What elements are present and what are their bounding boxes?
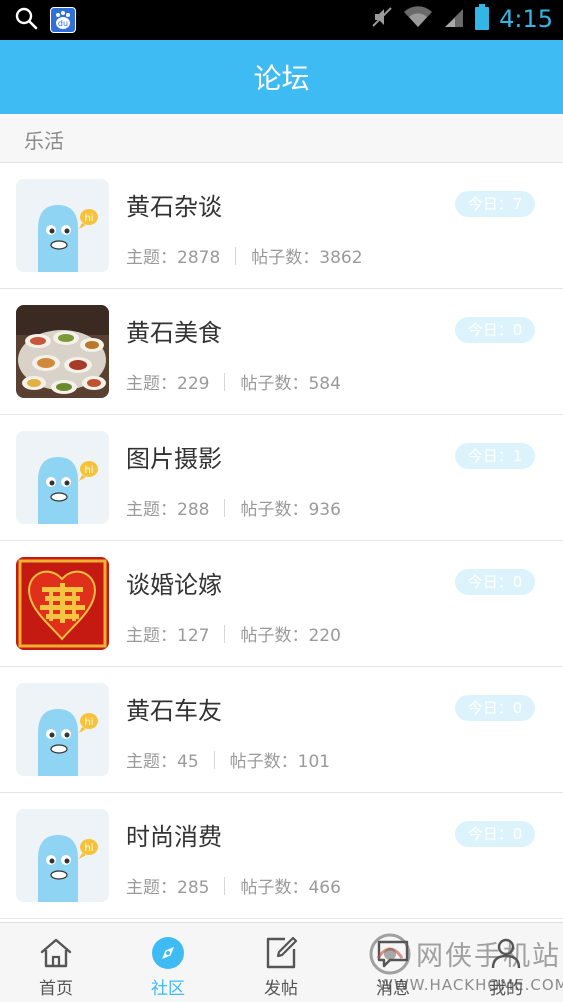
today-badge: 今日：1 xyxy=(455,443,535,469)
wifi-icon xyxy=(403,5,433,33)
topic-count: 主题：229 xyxy=(126,374,210,394)
forum-title: 黄石杂谈 xyxy=(126,193,222,221)
topic-count: 主题：45 xyxy=(126,752,199,772)
stats-divider xyxy=(224,498,226,517)
nav-label: 发帖 xyxy=(264,979,298,999)
mascot-thumbnail: hi xyxy=(16,179,109,272)
message-icon xyxy=(377,940,409,968)
stats-divider xyxy=(235,246,237,265)
forum-stats: 主题：229 帖子数：584 xyxy=(126,369,341,394)
today-badge: 今日：0 xyxy=(455,569,535,595)
forum-stats: 主题：45 帖子数：101 xyxy=(126,747,330,772)
forum-item[interactable]: 黄石美食 主题：229 帖子数：584 今日：0 xyxy=(0,289,563,415)
forum-title: 时尚消费 xyxy=(126,823,222,851)
mascot-thumbnail: hi xyxy=(16,809,109,902)
forum-item[interactable]: hi 黄石车友 主题：45 帖子数：101 今日：0 xyxy=(0,667,563,793)
forum-stats: 主题：288 帖子数：936 xyxy=(126,495,341,520)
stats-divider xyxy=(213,750,215,769)
forum-title: 谈婚论嫁 xyxy=(126,571,222,599)
double-happiness-thumbnail xyxy=(16,557,109,650)
bottom-nav: 首页 社区 发帖 消息 我的 xyxy=(0,922,563,1002)
svg-text:hi: hi xyxy=(84,843,93,854)
screen: du 4:15 论坛 乐活 hi 黄石杂谈 主题：2878 帖子数：3862 今… xyxy=(0,0,563,1002)
compose-icon xyxy=(266,936,298,969)
topic-count: 主题：127 xyxy=(126,626,210,646)
forum-stats: 主题：2878 帖子数：3862 xyxy=(126,243,363,268)
stats-divider xyxy=(224,876,226,895)
forum-title: 黄石车友 xyxy=(126,697,222,725)
stats-divider xyxy=(224,372,226,391)
nav-home[interactable]: 首页 xyxy=(0,923,112,1002)
forum-list: hi 黄石杂谈 主题：2878 帖子数：3862 今日：7 黄石美食 主题：22… xyxy=(0,163,563,919)
nav-label: 社区 xyxy=(151,979,185,999)
mascot-thumbnail: hi xyxy=(16,683,109,776)
nav-community[interactable]: 社区 xyxy=(112,923,224,1002)
section-label: 乐活 xyxy=(24,129,64,153)
svg-text:hi: hi xyxy=(84,213,93,224)
today-badge: 今日：0 xyxy=(455,821,535,847)
battery-icon xyxy=(475,4,490,34)
nav-label: 消息 xyxy=(376,979,410,999)
mute-icon xyxy=(371,5,393,33)
post-count: 帖子数：584 xyxy=(240,374,341,394)
food-thumbnail xyxy=(16,305,109,398)
post-count: 帖子数：936 xyxy=(240,500,341,520)
forum-title: 图片摄影 xyxy=(126,445,222,473)
forum-stats: 主题：285 帖子数：466 xyxy=(126,873,341,898)
baidu-icon: du xyxy=(50,7,76,33)
home-icon xyxy=(40,938,72,968)
topic-count: 主题：285 xyxy=(126,878,210,898)
forum-title: 黄石美食 xyxy=(126,319,222,347)
nav-label: 首页 xyxy=(39,979,73,999)
forum-stats: 主题：127 帖子数：220 xyxy=(126,621,341,646)
svg-text:du: du xyxy=(58,19,68,28)
search-icon xyxy=(14,6,38,34)
today-badge: 今日：0 xyxy=(455,317,535,343)
mascot-thumbnail: hi xyxy=(16,431,109,524)
today-badge: 今日：0 xyxy=(455,695,535,721)
post-count: 帖子数：3862 xyxy=(251,248,363,268)
signal-icon xyxy=(443,5,465,33)
forum-item[interactable]: hi 时尚消费 主题：285 帖子数：466 今日：0 xyxy=(0,793,563,919)
nav-messages[interactable]: 消息 xyxy=(337,923,449,1002)
stats-divider xyxy=(224,624,226,643)
today-badge: 今日：7 xyxy=(455,191,535,217)
post-count: 帖子数：220 xyxy=(240,626,341,646)
nav-profile[interactable]: 我的 xyxy=(450,923,562,1002)
svg-text:hi: hi xyxy=(84,717,93,728)
topic-count: 主题：288 xyxy=(126,500,210,520)
forum-item[interactable]: 谈婚论嫁 主题：127 帖子数：220 今日：0 xyxy=(0,541,563,667)
topic-count: 主题：2878 xyxy=(126,248,221,268)
post-count: 帖子数：466 xyxy=(240,878,341,898)
status-time: 4:15 xyxy=(499,5,553,33)
compass-icon xyxy=(152,937,184,969)
forum-item[interactable]: hi 黄石杂谈 主题：2878 帖子数：3862 今日：7 xyxy=(0,163,563,289)
nav-label: 我的 xyxy=(489,979,523,999)
profile-icon xyxy=(491,938,521,969)
svg-text:hi: hi xyxy=(84,465,93,476)
page-title-bar: 论坛 xyxy=(0,40,563,114)
page-title: 论坛 xyxy=(253,62,310,95)
nav-compose[interactable]: 发帖 xyxy=(225,923,337,1002)
post-count: 帖子数：101 xyxy=(229,752,331,772)
forum-item[interactable]: hi 图片摄影 主题：288 帖子数：936 今日：1 xyxy=(0,415,563,541)
status-bar: du 4:15 xyxy=(0,0,563,40)
section-header: 乐活 xyxy=(0,114,563,163)
